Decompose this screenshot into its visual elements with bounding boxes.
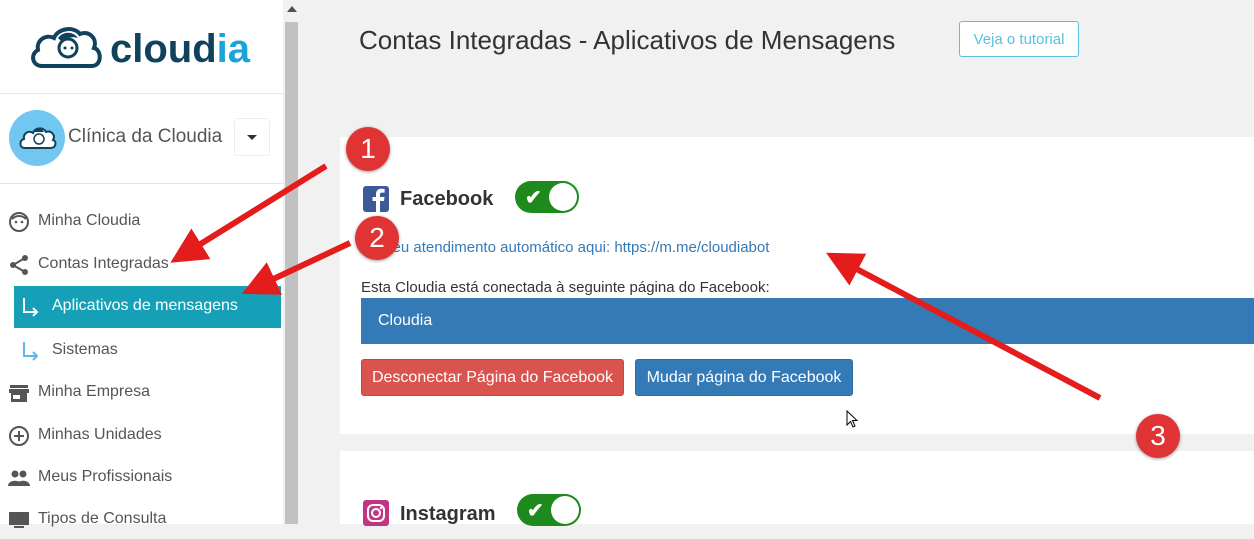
sidebar-item-tipos-de-consulta[interactable]: Tipos de Consulta — [0, 499, 283, 539]
divider — [0, 93, 283, 94]
divider — [0, 183, 283, 184]
clinic-name: Clínica da Cloudia — [68, 126, 223, 147]
sidebar-item-label: Sistemas — [52, 341, 118, 358]
messenger-link[interactable]: e o seu atendimento automático aqui: htt… — [360, 239, 769, 256]
tutorial-button[interactable]: Veja o tutorial — [959, 21, 1079, 57]
scrollbar-thumb[interactable] — [285, 22, 298, 524]
disconnect-facebook-button[interactable]: Desconectar Página do Facebook — [361, 359, 624, 396]
scroll-up-arrow-icon[interactable] — [287, 6, 297, 12]
mouse-cursor-icon — [846, 410, 859, 428]
sidebar-item-label: Aplicativos de mensagens — [52, 297, 238, 314]
sidebar-item-minhas-unidades[interactable]: Minhas Unidades — [0, 415, 283, 455]
sidebar-item-meus-profissionais[interactable]: Meus Profissionais — [0, 457, 283, 497]
add-circle-icon — [9, 426, 29, 446]
sidebar-item-label: Minha Empresa — [38, 383, 151, 400]
annotation-badge-2: 2 — [355, 216, 399, 260]
instagram-toggle[interactable]: ✔ — [517, 494, 581, 526]
toggle-knob — [549, 183, 577, 211]
change-facebook-page-button[interactable]: Mudar página do Facebook — [635, 359, 853, 396]
computer-icon — [9, 512, 29, 528]
cloud-mascot-icon — [19, 127, 57, 149]
logo-text: cloudia — [110, 27, 251, 71]
page-title: Contas Integradas - Aplicativos de Mensa… — [359, 25, 896, 55]
instagram-label: Instagram — [400, 503, 496, 525]
sidebar-item-label: Minhas Unidades — [38, 426, 162, 443]
sub-arrow-icon — [23, 342, 39, 361]
facebook-toggle[interactable]: ✔ — [515, 181, 579, 213]
face-icon — [9, 212, 29, 232]
facebook-page-item: Cloudia — [361, 298, 1254, 344]
sidebar-item-aplicativos-de-mensagens[interactable]: Aplicativos de mensagens — [14, 286, 281, 328]
instagram-icon — [363, 500, 389, 526]
avatar[interactable] — [9, 110, 65, 166]
facebook-icon — [363, 186, 389, 212]
check-icon: ✔ — [527, 500, 544, 522]
sidebar-item-minha-cloudia[interactable]: Minha Cloudia — [0, 201, 283, 241]
sidebar-item-label: Minha Cloudia — [38, 212, 141, 229]
check-icon: ✔ — [525, 187, 542, 209]
sidebar-item-label: Meus Profissionais — [38, 468, 173, 485]
annotation-badge-3: 3 — [1136, 414, 1180, 458]
clinic-dropdown-button[interactable] — [234, 118, 270, 156]
annotation-badge-1: 1 — [346, 127, 390, 171]
sidebar-item-contas-integradas[interactable]: Contas Integradas — [0, 244, 283, 284]
cloud-mascot-icon — [31, 27, 102, 68]
sidebar-item-sistemas[interactable]: Sistemas — [0, 330, 283, 370]
sub-arrow-icon — [23, 298, 39, 317]
caret-down-icon — [247, 135, 257, 140]
sidebar-item-label: Tipos de Consulta — [38, 510, 167, 527]
sidebar-item-label: Contas Integradas — [38, 255, 169, 272]
toggle-knob — [551, 496, 579, 524]
facebook-label: Facebook — [400, 188, 494, 210]
people-icon — [8, 470, 30, 486]
cloudia-logo[interactable]: cloudia — [28, 20, 258, 80]
facebook-page-name: Cloudia — [378, 312, 433, 329]
facebook-connected-text: Esta Cloudia está conectada à seguinte p… — [361, 279, 770, 296]
sidebar-scrollbar[interactable] — [283, 0, 300, 524]
sidebar: cloudia Clínica da Cloudia Minha Cloudia… — [0, 0, 283, 528]
sidebar-item-minha-empresa[interactable]: Minha Empresa — [0, 372, 283, 412]
share-icon — [10, 255, 28, 275]
store-icon — [9, 385, 29, 402]
